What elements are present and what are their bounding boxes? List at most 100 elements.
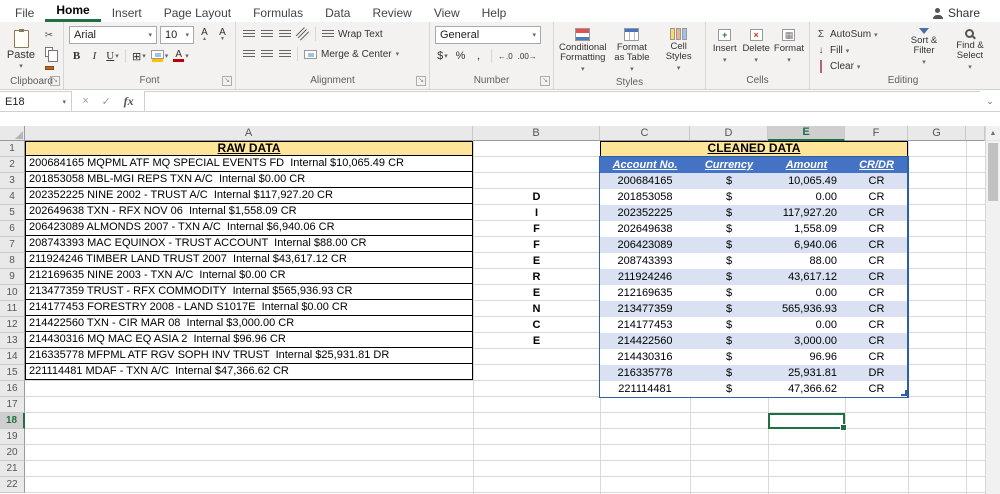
row-header-8[interactable]: 8 xyxy=(0,253,25,269)
cell-amount[interactable]: 88.00 xyxy=(768,253,845,269)
cell-crdr[interactable]: CR xyxy=(845,301,908,317)
cell-currency[interactable]: $ xyxy=(690,237,768,253)
row-header-6[interactable]: 6 xyxy=(0,221,25,237)
wrap-text-button[interactable]: Wrap Text xyxy=(321,26,384,42)
table-header-currency[interactable]: Currency xyxy=(690,157,768,173)
cell-account[interactable]: 221114481 xyxy=(600,381,690,397)
increase-decimal-button[interactable]: ←.0 xyxy=(497,48,514,64)
tab-view[interactable]: View xyxy=(423,3,471,22)
table-header-amount[interactable]: Amount xyxy=(768,157,845,173)
cell-account[interactable]: 206423089 xyxy=(600,237,690,253)
cell-styles-button[interactable]: Cell Styles ▾ xyxy=(657,26,700,75)
align-middle-button[interactable] xyxy=(259,26,274,42)
difference-letter[interactable]: E xyxy=(473,333,600,349)
raw-data-cell[interactable]: 216335778 MFPML ATF RGV SOPH INV TRUST I… xyxy=(25,347,473,364)
cell-crdr[interactable]: CR xyxy=(845,221,908,237)
cell-amount[interactable]: 3,000.00 xyxy=(768,333,845,349)
cell-amount[interactable]: 43,617.12 xyxy=(768,269,845,285)
find-select-button[interactable]: Find & Select ▾ xyxy=(949,26,991,73)
cell-crdr[interactable]: CR xyxy=(845,237,908,253)
cell-currency[interactable]: $ xyxy=(690,317,768,333)
dialog-launcher-icon[interactable]: ↘ xyxy=(540,76,550,86)
raw-data-cell[interactable]: 201853058 MBL-MGI REPS TXN A/C Internal … xyxy=(25,171,473,188)
cell-account[interactable]: 202352225 xyxy=(600,205,690,221)
row-header-20[interactable]: 20 xyxy=(0,445,25,461)
expand-formula-bar-icon[interactable]: ⌄ xyxy=(980,91,1000,112)
paste-button[interactable]: Paste ▾ xyxy=(5,26,37,74)
comma-style-button[interactable]: , xyxy=(471,48,486,64)
cell-amount[interactable]: 0.00 xyxy=(768,189,845,205)
row-header-11[interactable]: 11 xyxy=(0,301,25,317)
tab-formulas[interactable]: Formulas xyxy=(242,3,314,22)
cell-amount[interactable]: 0.00 xyxy=(768,317,845,333)
row-header-18[interactable]: 18 xyxy=(0,413,25,429)
active-cell-e18[interactable] xyxy=(768,413,847,431)
row-header-10[interactable]: 10 xyxy=(0,285,25,301)
cell-account[interactable]: 214177453 xyxy=(600,317,690,333)
table-header-crdr[interactable]: CR/DR xyxy=(845,157,908,173)
cell-account[interactable]: 214422560 xyxy=(600,333,690,349)
difference-letter[interactable]: R xyxy=(473,269,600,285)
raw-data-cell[interactable]: 202352225 NINE 2002 - TRUST A/C Internal… xyxy=(25,187,473,204)
difference-letter[interactable]: E xyxy=(473,285,600,301)
align-bottom-button[interactable] xyxy=(277,26,292,42)
cell-account[interactable]: 202649638 xyxy=(600,221,690,237)
raw-data-cell[interactable]: 214177453 FORESTRY 2008 - LAND S1017E In… xyxy=(25,299,473,316)
row-header-4[interactable]: 4 xyxy=(0,189,25,205)
cell-crdr[interactable]: CR xyxy=(845,381,908,397)
tab-home[interactable]: Home xyxy=(45,0,101,22)
font-size-select[interactable]: 10 ▾ xyxy=(160,26,194,44)
column-header-d[interactable]: D xyxy=(690,126,768,141)
align-left-button[interactable] xyxy=(241,46,256,62)
raw-data-cell[interactable]: 214430316 MQ MAC EQ ASIA 2 Internal $96.… xyxy=(25,331,473,348)
row-header-13[interactable]: 13 xyxy=(0,333,25,349)
raw-data-cell[interactable]: 202649638 TXN - RFX NOV 06 Internal $1,5… xyxy=(25,203,473,220)
difference-letter[interactable]: I xyxy=(473,205,600,221)
cell-currency[interactable]: $ xyxy=(690,189,768,205)
column-header-partial[interactable] xyxy=(966,126,985,141)
raw-data-cell[interactable]: 206423089 ALMONDS 2007 - TXN A/C Interna… xyxy=(25,219,473,236)
fill-button[interactable]: ↓ Fill ▾ xyxy=(815,44,899,57)
cell-amount[interactable]: 117,927.20 xyxy=(768,205,845,221)
tab-file[interactable]: File xyxy=(4,3,45,22)
accounting-format-button[interactable]: $ ▾ xyxy=(435,48,450,64)
row-header-15[interactable]: 15 xyxy=(0,365,25,381)
format-painter-button[interactable] xyxy=(41,61,57,74)
cleaned-data-title-cell[interactable]: CLEANED DATA xyxy=(600,141,908,157)
italic-button[interactable]: I xyxy=(87,48,102,64)
cell-account[interactable]: 214430316 xyxy=(600,349,690,365)
delete-cells-button[interactable]: × Delete ▾ xyxy=(742,26,770,73)
number-format-select[interactable]: General ▾ xyxy=(435,26,541,44)
row-header-5[interactable]: 5 xyxy=(0,205,25,221)
row-header-9[interactable]: 9 xyxy=(0,269,25,285)
fill-color-button[interactable]: ▾ xyxy=(150,48,170,64)
cell-amount[interactable]: 565,936.93 xyxy=(768,301,845,317)
tab-insert[interactable]: Insert xyxy=(101,3,153,22)
row-header-7[interactable]: 7 xyxy=(0,237,25,253)
cell-account[interactable]: 211924246 xyxy=(600,269,690,285)
cell-amount[interactable]: 0.00 xyxy=(768,285,845,301)
difference-letter[interactable]: D xyxy=(473,189,600,205)
row-header-3[interactable]: 3 xyxy=(0,173,25,189)
cell-crdr[interactable]: CR xyxy=(845,349,908,365)
align-top-button[interactable] xyxy=(241,26,256,42)
raw-data-cell[interactable]: 200684165 MQPML ATF MQ SPECIAL EVENTS FD… xyxy=(25,155,473,172)
row-header-21[interactable]: 21 xyxy=(0,461,25,477)
cell-currency[interactable]: $ xyxy=(690,285,768,301)
vertical-scrollbar[interactable]: ▲ xyxy=(985,126,1000,494)
share-button[interactable]: Share xyxy=(927,4,986,22)
formula-input[interactable] xyxy=(144,91,980,112)
cell-currency[interactable]: $ xyxy=(690,365,768,381)
column-header-c[interactable]: C xyxy=(600,126,690,141)
difference-letter[interactable]: N xyxy=(473,301,600,317)
cell-account[interactable]: 208743393 xyxy=(600,253,690,269)
row-header-12[interactable]: 12 xyxy=(0,317,25,333)
font-color-button[interactable]: A ▾ xyxy=(172,48,190,64)
copy-button[interactable] xyxy=(41,45,58,62)
underline-button[interactable]: U ▾ xyxy=(105,48,120,64)
difference-letter[interactable]: F xyxy=(473,221,600,237)
clear-button[interactable]: Clear ▾ xyxy=(815,60,899,73)
difference-letter[interactable]: F xyxy=(473,237,600,253)
row-header-1[interactable]: 1 xyxy=(0,141,25,157)
cell-crdr[interactable]: CR xyxy=(845,285,908,301)
